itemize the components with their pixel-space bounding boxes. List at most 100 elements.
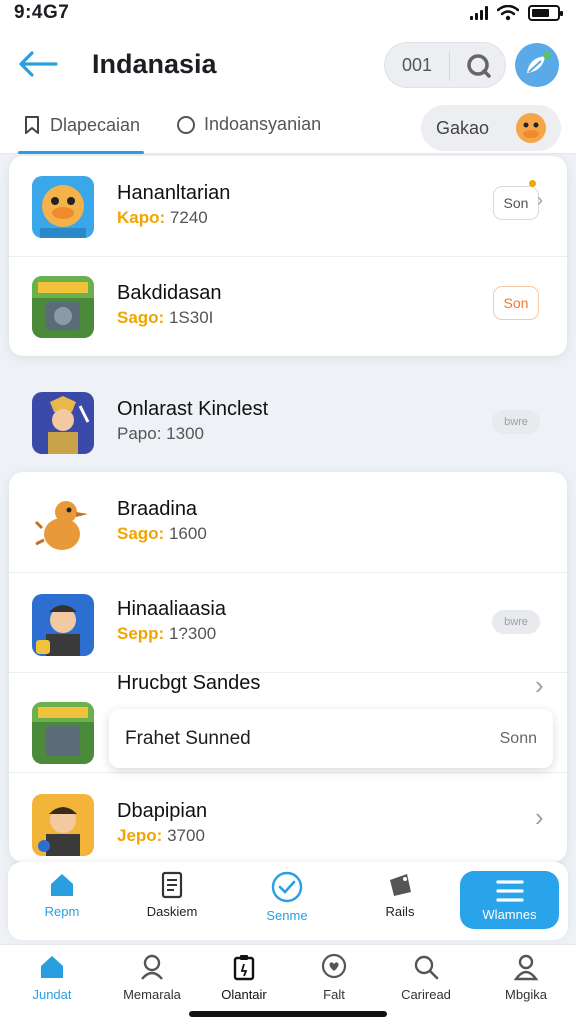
- clipboard-icon: [233, 955, 255, 981]
- list-item-1[interactable]: Hananltarian Kapo: 7240 Son ›: [9, 156, 567, 256]
- circle-icon: [177, 115, 195, 134]
- action-chip[interactable]: bwre: [492, 610, 540, 634]
- status-time: 9:4G7: [14, 2, 70, 23]
- list-item-7[interactable]: Dbapipian Jepo: 3700 ›: [9, 772, 567, 862]
- tag-icon: [390, 874, 411, 896]
- menu-icon: [495, 880, 524, 902]
- home-icon: [41, 956, 63, 978]
- gakao-pill[interactable]: Gakao: [421, 105, 561, 151]
- status-dot: [529, 180, 536, 187]
- page-title: Indanasia: [92, 49, 217, 79]
- toolbar-senme[interactable]: Senme: [237, 870, 337, 923]
- check-circle-icon: [271, 871, 303, 903]
- item-title: Hinaaliaasia: [117, 598, 226, 620]
- leaf-icon: [527, 51, 551, 73]
- nav-cariread[interactable]: Cariread: [378, 953, 474, 1002]
- tab-indoansyanian[interactable]: Indoansyanian: [176, 114, 321, 135]
- item-title: Hananltarian: [117, 182, 231, 204]
- suggestion-popup[interactable]: Frahet Sunned Sonn: [109, 709, 553, 768]
- bookmark-icon: [25, 116, 39, 134]
- list-item-3[interactable]: Onlarast Kinclest Papo: 1300 bwre: [9, 372, 567, 472]
- app-icon-game-2: [32, 702, 94, 764]
- nav-memarala[interactable]: Memarala: [104, 953, 200, 1002]
- nav-olantair[interactable]: Olantair: [196, 953, 292, 1002]
- list-card-1: Hananltarian Kapo: 7240 Son › Bakdidasan…: [9, 156, 567, 356]
- toolbar-label: Repm: [44, 904, 80, 919]
- nav-label: Cariread: [401, 987, 451, 1002]
- signal-icon: [470, 6, 488, 20]
- item-subtitle: Papo: 1300: [117, 424, 204, 443]
- tab-dlapecaian[interactable]: Dlapecaian: [22, 114, 140, 136]
- nav-label: Jundat: [32, 987, 72, 1002]
- item-subtitle: Kapo: 7240: [117, 208, 208, 227]
- active-tab-indicator: [18, 151, 144, 154]
- counter-value: 001: [402, 55, 433, 75]
- search-icon[interactable]: [465, 52, 493, 80]
- item-subtitle: Jepo: 3700: [117, 826, 205, 845]
- toolbar-label: Senme: [266, 908, 308, 923]
- bottom-nav: Jundat Memarala Olantair Falt Cariread M…: [0, 944, 576, 1024]
- pill-divider: [449, 51, 450, 81]
- toolbar-daskiem[interactable]: Daskiem: [122, 870, 222, 919]
- item-title: Dbapipian: [117, 800, 208, 822]
- search-icon: [414, 955, 439, 980]
- app-header: Indanasia 001: [0, 30, 576, 102]
- back-arrow-icon[interactable]: [16, 48, 60, 80]
- toolbar-rails[interactable]: Rails: [350, 870, 450, 919]
- nav-jundat[interactable]: Jundat: [4, 953, 100, 1002]
- item-title: Onlarast Kinclest: [117, 398, 269, 420]
- item-subtitle: Sepp: 1?300: [117, 624, 217, 643]
- chevron-right-icon: ›: [535, 670, 544, 700]
- toolbar-label: Wlamnes: [482, 907, 537, 922]
- gakao-label: Gakao: [436, 118, 490, 138]
- app-icon-avatar: [32, 594, 94, 656]
- action-toolbar: Repm Daskiem Senme Rails Wlamnes: [8, 862, 568, 940]
- user-icon: [141, 954, 163, 980]
- profile-icon: [513, 954, 539, 981]
- home-icon: [51, 874, 73, 896]
- tab-label: Dlapecaian: [50, 114, 141, 135]
- item-title: Braadina: [117, 498, 198, 520]
- heart-pin-icon: [321, 953, 347, 979]
- toolbar-wlamnes[interactable]: Wlamnes: [460, 871, 559, 929]
- item-subtitle: Sago: 1600: [117, 524, 207, 543]
- tab-label: Indoansyanian: [204, 114, 322, 134]
- nav-label: Falt: [323, 987, 345, 1002]
- popup-action[interactable]: Sonn: [500, 730, 537, 748]
- battery-icon: [528, 5, 563, 21]
- action-chip[interactable]: Son: [493, 286, 539, 320]
- item-title: Hrucbgt Sandes: [117, 672, 261, 694]
- tab-bar: Dlapecaian Indoansyanian Gakao: [0, 102, 576, 154]
- list-item-5[interactable]: Hinaaliaasia Sepp: 1?300 bwre: [9, 572, 567, 672]
- app-icon-bird: [32, 494, 94, 556]
- popup-label: Frahet Sunned: [125, 728, 251, 749]
- nav-falt[interactable]: Falt: [286, 953, 382, 1002]
- list-item-2[interactable]: Bakdidasan Sago: 1S30I Son: [9, 256, 567, 356]
- nav-mbgika[interactable]: Mbgika: [478, 953, 574, 1002]
- nav-label: Memarala: [123, 987, 181, 1002]
- duck-avatar-icon: [516, 113, 546, 143]
- app-icon-game: [32, 276, 94, 338]
- app-icon-hero: [32, 392, 94, 454]
- toolbar-label: Daskiem: [146, 904, 198, 919]
- action-chip[interactable]: Son: [493, 186, 539, 220]
- document-icon: [161, 871, 183, 899]
- toolbar-label: Rails: [385, 904, 415, 919]
- action-chip[interactable]: bwre: [492, 410, 540, 434]
- app-icon-portrait: [32, 794, 94, 856]
- app-icon-duck: [32, 176, 94, 238]
- nav-label: Mbgika: [505, 987, 547, 1002]
- item-title: Bakdidasan: [117, 282, 222, 304]
- list-item-4[interactable]: Braadina Sago: 1600: [9, 472, 567, 572]
- status-bar: 9:4G7: [0, 0, 576, 30]
- nav-label: Olantair: [221, 987, 267, 1002]
- toolbar-repm[interactable]: Repm: [12, 870, 112, 919]
- chevron-right-icon: ›: [535, 802, 544, 832]
- list-card-2: Braadina Sago: 1600 Hinaaliaasia Sepp: 1…: [9, 472, 567, 862]
- chevron-right-icon: ›: [537, 190, 543, 210]
- profile-button[interactable]: [515, 43, 559, 87]
- home-indicator: [189, 1011, 387, 1017]
- counter-search-pill[interactable]: 001: [384, 42, 506, 88]
- status-icons: [470, 5, 563, 21]
- wifi-icon: [497, 5, 519, 21]
